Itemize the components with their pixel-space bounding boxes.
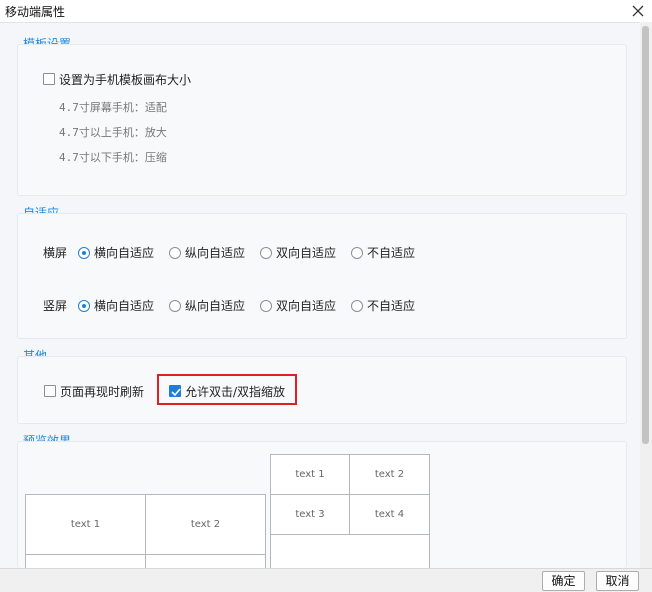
portrait-option-horizontal: 横向自适应	[94, 299, 155, 313]
landscape-option-horizontal: 横向自适应	[94, 246, 155, 260]
landscape-radio-both[interactable]	[260, 247, 272, 259]
portrait-radio-horizontal[interactable]	[78, 300, 90, 312]
refresh-label: 页面再现时刷新	[60, 385, 145, 399]
landscape-radio-horizontal[interactable]	[78, 247, 90, 259]
template-sub-item: 4.7寸以下手机：压缩	[59, 151, 167, 164]
cancel-button[interactable]: 取消	[596, 571, 639, 591]
landscape-option-both: 双向自适应	[276, 246, 337, 260]
title-bar: 移动端属性	[0, 0, 652, 22]
grid-cell: text 1	[270, 454, 350, 495]
landscape-radio-vertical[interactable]	[169, 247, 181, 259]
portrait-option-both: 双向自适应	[276, 299, 337, 313]
refresh-checkbox[interactable]	[44, 385, 56, 397]
mobile-template-checkbox[interactable]	[43, 73, 55, 85]
portrait-label: 竖屏	[43, 299, 68, 313]
portrait-option-vertical: 纵向自适应	[185, 299, 246, 313]
checkmark-icon	[171, 388, 181, 397]
portrait-radio-none[interactable]	[351, 300, 363, 312]
window-title: 移动端属性	[5, 5, 66, 19]
grid-cell: text 1	[25, 494, 146, 555]
preview-grid-portrait: text 1 text 2 text 3 text 4	[270, 454, 430, 575]
adaptive-panel	[17, 213, 627, 339]
landscape-option-vertical: 纵向自适应	[185, 246, 246, 260]
grid-cell: text 3	[270, 494, 350, 535]
mobile-template-label: 设置为手机模板画布大小	[59, 73, 192, 87]
portrait-radio-both[interactable]	[260, 300, 272, 312]
landscape-option-none: 不自适应	[367, 246, 416, 260]
landscape-label: 横屏	[43, 246, 68, 260]
ok-button[interactable]: 确定	[542, 571, 585, 591]
grid-cell: text 2	[349, 454, 430, 495]
zoom-label: 允许双击/双指缩放	[185, 385, 286, 399]
scrollbar-thumb[interactable]	[642, 26, 649, 444]
grid-cell: text 4	[349, 494, 430, 535]
landscape-radio-none[interactable]	[351, 247, 363, 259]
zoom-checkbox[interactable]	[169, 385, 181, 397]
portrait-option-none: 不自适应	[367, 299, 416, 313]
template-panel	[17, 44, 627, 196]
close-icon	[632, 5, 644, 17]
template-sub-item: 4.7寸以上手机：放大	[59, 126, 167, 139]
portrait-radio-vertical[interactable]	[169, 300, 181, 312]
grid-cell: text 2	[145, 494, 266, 555]
preview-grid-landscape: text 1 text 2	[25, 494, 266, 575]
close-button[interactable]	[628, 1, 648, 21]
template-sub-item: 4.7寸屏幕手机：适配	[59, 101, 167, 114]
